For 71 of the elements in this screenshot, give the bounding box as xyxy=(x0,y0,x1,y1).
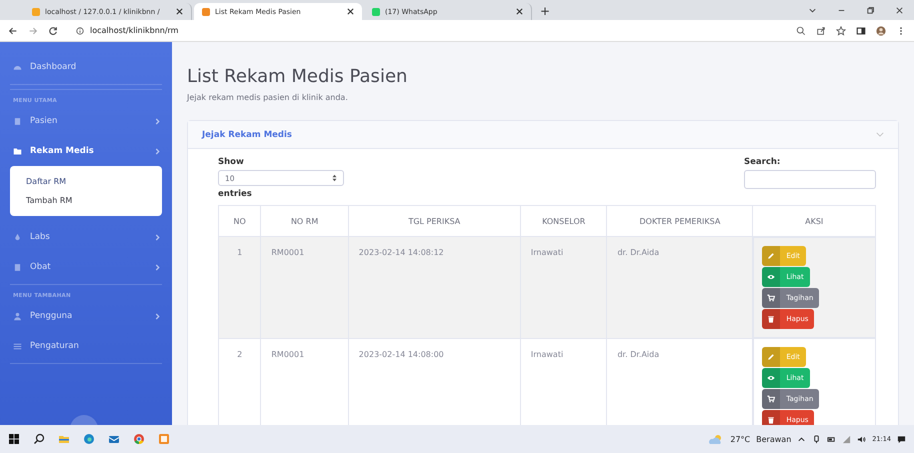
battery-icon[interactable] xyxy=(827,434,836,444)
trash-icon xyxy=(767,416,776,424)
search-icon[interactable] xyxy=(33,433,45,445)
close-icon[interactable] xyxy=(176,8,183,15)
menu-item[interactable]: Obat xyxy=(10,252,162,282)
speaker-icon[interactable] xyxy=(857,434,866,444)
card-title: Jejak Rekam Medis xyxy=(202,130,292,140)
back-icon[interactable] xyxy=(8,26,18,36)
column-header: NO xyxy=(218,206,261,236)
menu-item[interactable]: Pengaturan xyxy=(10,331,162,361)
entries-label: entries xyxy=(218,189,253,199)
share-icon[interactable] xyxy=(816,26,826,36)
chevron-right-icon xyxy=(155,234,160,240)
folder-icon xyxy=(13,146,22,156)
temperature-text: 27°C xyxy=(730,434,750,444)
menu-item[interactable]: Dashboard xyxy=(10,52,162,82)
menu-item[interactable]: Pasien xyxy=(10,106,162,136)
page-title: List Rekam Medis Pasien xyxy=(187,66,408,87)
notification-icon[interactable] xyxy=(897,434,906,444)
close-icon[interactable] xyxy=(516,8,523,15)
eye-icon xyxy=(767,374,776,382)
submenu-item[interactable]: Daftar RM xyxy=(10,172,162,191)
restore-icon[interactable] xyxy=(866,6,875,14)
menu-item[interactable]: Labs xyxy=(10,222,162,252)
table-cell: RM0001 xyxy=(260,236,348,338)
reload-icon[interactable] xyxy=(48,26,58,36)
eye-icon xyxy=(767,273,776,281)
chevron-right-icon xyxy=(155,264,160,270)
cart-icon xyxy=(767,294,776,302)
page-icon xyxy=(32,8,40,16)
table-cell: Irnawati xyxy=(520,236,607,338)
avatar-icon[interactable] xyxy=(876,26,886,36)
table-cell: 2023-02-14 14:08:12 xyxy=(348,236,520,338)
chevron-right-icon xyxy=(155,312,160,320)
windows-start-icon[interactable] xyxy=(8,433,20,445)
pencil-icon xyxy=(767,252,776,260)
menu-item[interactable]: Rekam Medis xyxy=(10,136,162,166)
chat-icon xyxy=(372,8,380,16)
show-label: Show xyxy=(218,157,245,167)
search-field[interactable] xyxy=(744,170,876,189)
page-icon xyxy=(202,8,210,16)
drop-icon xyxy=(13,232,22,242)
search-label: Search: xyxy=(744,157,782,167)
menu-item[interactable]: Pengguna xyxy=(10,301,162,331)
menu-icon xyxy=(13,342,22,350)
folder-icon[interactable] xyxy=(58,433,70,445)
trash-icon xyxy=(767,315,776,323)
pencil-icon xyxy=(767,353,776,361)
zoom-icon[interactable] xyxy=(796,26,806,36)
page-subtitle: Jejak rekam medis pasien di klinik anda. xyxy=(187,93,349,102)
chevron-right-icon xyxy=(155,148,160,154)
browser-icon[interactable] xyxy=(83,433,95,445)
cart-icon xyxy=(767,395,776,403)
chevron-right-icon xyxy=(155,118,160,124)
pen-icon[interactable] xyxy=(812,434,822,444)
side-panel-icon[interactable] xyxy=(856,26,866,36)
column-header: DOKTER PEMERIKSA xyxy=(606,206,753,236)
submenu-item[interactable]: Tambah RM xyxy=(10,191,162,210)
table-cell: 1 xyxy=(218,236,261,338)
column-header: TGL PERIKSA xyxy=(348,206,520,236)
sort-icon xyxy=(332,174,337,182)
close-icon[interactable] xyxy=(347,8,354,15)
weather-text: Berawan xyxy=(756,434,792,444)
column-header: AKSI xyxy=(752,206,876,236)
star-icon[interactable] xyxy=(836,26,846,36)
table-cell: dr. Dr.Aida xyxy=(606,236,753,338)
chrome-icon[interactable] xyxy=(133,433,145,445)
info-icon xyxy=(76,26,84,34)
mail-icon[interactable] xyxy=(108,433,120,445)
close-icon[interactable] xyxy=(895,6,904,14)
new-tab-button[interactable]: + xyxy=(534,4,556,20)
